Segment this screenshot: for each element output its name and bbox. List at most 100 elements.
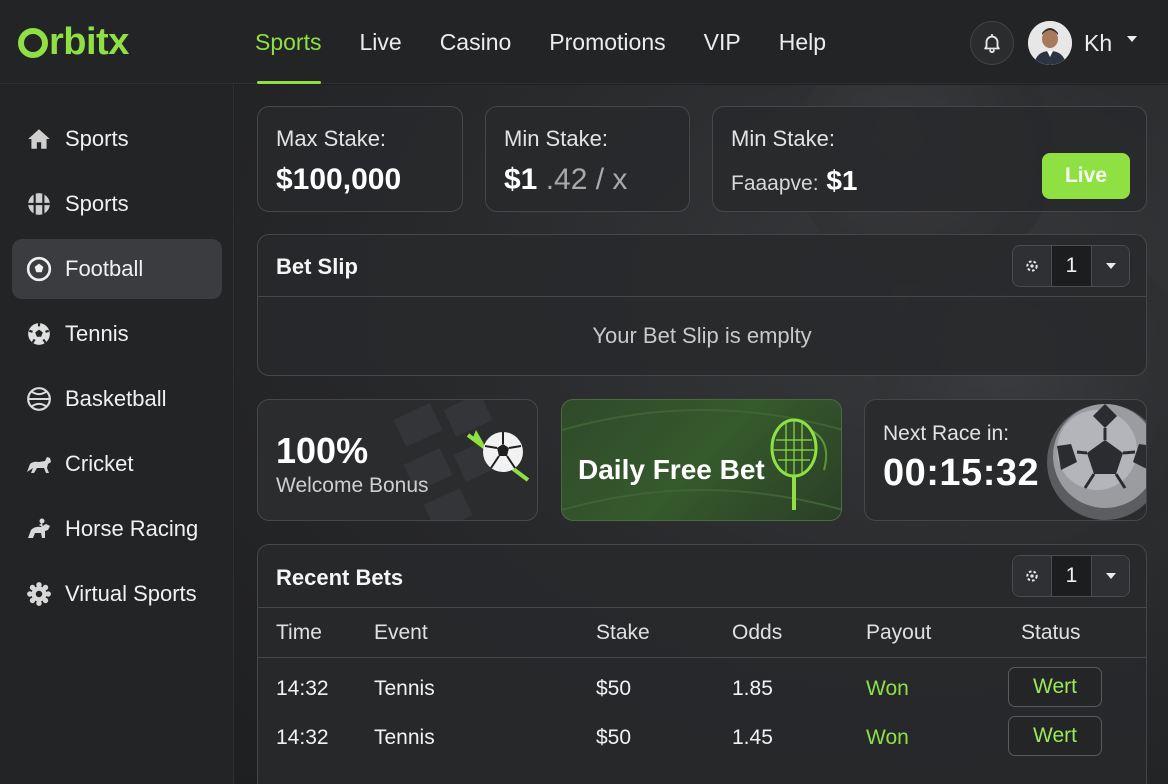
sidebar-item-label: Basketball bbox=[65, 386, 167, 411]
min-stake-prefix: Faaapve: bbox=[731, 172, 819, 195]
min-stake-value: $1 .42 / x bbox=[504, 163, 627, 197]
home-icon bbox=[25, 125, 53, 153]
next-race-card[interactable]: Next Race in: 00:15:32 bbox=[864, 399, 1147, 521]
cell-odds: 1.85 bbox=[732, 677, 773, 700]
column-header-stake[interactable]: Stake bbox=[596, 621, 650, 645]
tab-label: VIP bbox=[703, 28, 741, 55]
max-stake-card: Max Stake: $100,000 bbox=[257, 106, 463, 212]
sidebar-item-label: Sports bbox=[65, 191, 129, 216]
min-stake-value-main: $1 bbox=[504, 163, 538, 196]
cell-event: Tennis bbox=[374, 726, 435, 749]
max-stake-label: Max Stake: bbox=[276, 126, 387, 151]
min-stake-live-card: Min Stake: Faaapve: $1 Live bbox=[712, 106, 1147, 212]
tab-label: Sports bbox=[255, 28, 322, 55]
cell-stake: $50 bbox=[596, 677, 632, 700]
chevron-down-icon[interactable] bbox=[1091, 556, 1129, 596]
tab-label: Casino bbox=[439, 28, 512, 55]
sidebar-item-label: Virtual Sports bbox=[65, 581, 197, 606]
settings-icon[interactable] bbox=[1013, 556, 1051, 596]
bet-slip-title: Bet Slip bbox=[276, 254, 358, 279]
column-header-event[interactable]: Event bbox=[374, 621, 428, 645]
sidebar-item-sports-2[interactable]: Sports bbox=[12, 174, 222, 234]
status-badge[interactable]: Wert bbox=[1008, 667, 1102, 707]
cell-payout: Won bbox=[866, 677, 909, 700]
notifications-button[interactable] bbox=[970, 21, 1014, 65]
sidebar-item-label: Football bbox=[65, 256, 144, 281]
sidebar-item-label: Cricket bbox=[65, 451, 134, 476]
sidebar-item-virtual-sports[interactable]: Virtual Sports bbox=[12, 564, 222, 624]
user-name[interactable]: Kh bbox=[1084, 30, 1112, 57]
tab-promotions[interactable]: Promotions bbox=[530, 0, 684, 84]
column-header-time[interactable]: Time bbox=[276, 621, 322, 645]
welcome-bonus-label: Welcome Bonus bbox=[276, 474, 429, 497]
sidebar-item-sports[interactable]: Sports bbox=[12, 109, 222, 169]
chevron-down-icon[interactable] bbox=[1091, 246, 1129, 286]
recent-bets-title: Recent Bets bbox=[276, 565, 404, 590]
top-bar: rbitx Sports Live Casino Promotions VIP … bbox=[0, 0, 1168, 84]
sidebar-item-label: Tennis bbox=[65, 321, 129, 346]
min-stake-value-dim: .42 / x bbox=[545, 163, 628, 196]
bet-slip-stepper[interactable]: 1 bbox=[1012, 245, 1130, 287]
tab-vip[interactable]: VIP bbox=[685, 0, 760, 84]
daily-free-bet-title: Daily Free Bet bbox=[578, 454, 765, 485]
grid-ball-icon bbox=[25, 190, 53, 218]
tab-help[interactable]: Help bbox=[760, 0, 845, 84]
column-header-odds[interactable]: Odds bbox=[732, 621, 782, 645]
sidebar-item-horse-racing[interactable]: Horse Racing bbox=[12, 499, 222, 559]
daily-free-bet-card[interactable]: Daily Free Bet bbox=[561, 399, 842, 521]
cell-time: 14:32 bbox=[276, 726, 329, 749]
sidebar-item-cricket[interactable]: Cricket bbox=[12, 434, 222, 494]
tab-sports[interactable]: Sports bbox=[236, 0, 340, 84]
soccer-ball-icon bbox=[1047, 404, 1146, 520]
live-button[interactable]: Live bbox=[1042, 153, 1130, 199]
min-stake-label: Min Stake: bbox=[731, 126, 835, 151]
tab-label: Promotions bbox=[549, 28, 666, 55]
logo-text: rbitx bbox=[49, 20, 129, 63]
column-header-payout[interactable]: Payout bbox=[866, 621, 931, 645]
bell-icon bbox=[984, 33, 1000, 54]
main-nav: Sports Live Casino Promotions VIP Help bbox=[236, 0, 845, 84]
gear-icon bbox=[25, 580, 53, 608]
chevron-down-icon[interactable] bbox=[1127, 36, 1137, 42]
column-header-status[interactable]: Status bbox=[1021, 621, 1081, 645]
field-graphic bbox=[393, 400, 530, 520]
recent-bets-count: 1 bbox=[1051, 556, 1091, 596]
tab-live[interactable]: Live bbox=[340, 0, 420, 84]
cell-stake: $50 bbox=[596, 726, 632, 749]
status-badge[interactable]: Wert bbox=[1008, 716, 1102, 756]
max-stake-value: $100,000 bbox=[276, 163, 402, 196]
recent-bets-stepper[interactable]: 1 bbox=[1012, 555, 1130, 597]
sidebar-item-label: Sports bbox=[65, 126, 129, 151]
basketball-icon bbox=[25, 385, 53, 413]
user-avatar[interactable] bbox=[1028, 21, 1072, 65]
min-stake-label: Min Stake: bbox=[504, 126, 608, 151]
bet-slip-panel: Bet Slip 1 Your Bet Slip is emplty bbox=[257, 234, 1147, 376]
football-icon bbox=[25, 255, 53, 283]
min-stake-value-main: $1 bbox=[826, 165, 858, 196]
next-race-label: Next Race in: bbox=[883, 422, 1010, 445]
logo[interactable]: rbitx bbox=[18, 20, 129, 64]
sidebar-item-tennis[interactable]: Tennis bbox=[12, 304, 222, 364]
logo-o-ring bbox=[18, 28, 48, 58]
bet-slip-empty-text: Your Bet Slip is emplty bbox=[592, 323, 812, 348]
tab-casino[interactable]: Casino bbox=[421, 0, 531, 84]
cell-odds: 1.45 bbox=[732, 726, 773, 749]
cell-payout: Won bbox=[866, 726, 909, 749]
rider-icon bbox=[25, 515, 53, 543]
sidebar-item-basketball[interactable]: Basketball bbox=[12, 369, 222, 429]
divider bbox=[258, 607, 1146, 608]
min-stake-card: Min Stake: $1 .42 / x bbox=[485, 106, 690, 212]
main-content: Max Stake: $100,000 Min Stake: $1 .42 / … bbox=[235, 85, 1168, 784]
settings-icon[interactable] bbox=[1013, 246, 1051, 286]
min-stake-value: Faaapve: $1 bbox=[731, 165, 858, 197]
sidebar-item-label: Horse Racing bbox=[65, 516, 199, 541]
cell-event: Tennis bbox=[374, 677, 435, 700]
divider bbox=[258, 657, 1146, 658]
welcome-bonus-card[interactable]: 100% Welcome Bonus bbox=[257, 399, 538, 521]
horse-icon bbox=[25, 450, 53, 478]
tab-label: Live bbox=[359, 28, 402, 55]
bet-slip-count: 1 bbox=[1051, 246, 1091, 286]
cell-time: 14:32 bbox=[276, 677, 329, 700]
sidebar-item-football[interactable]: Football bbox=[12, 239, 222, 299]
recent-bets-panel: Recent Bets 1 Time Event Stake Odds Payo… bbox=[257, 544, 1147, 784]
